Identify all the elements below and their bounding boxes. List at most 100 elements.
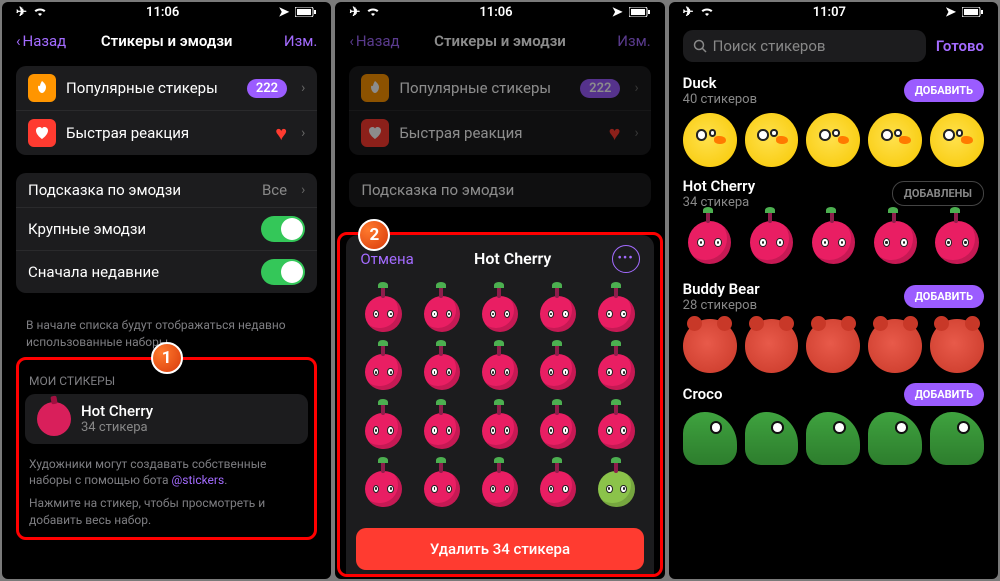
preview-sticker[interactable]	[930, 216, 984, 270]
pack-count: 34 стикера	[683, 195, 756, 210]
sticker-item[interactable]	[591, 289, 641, 339]
heart-icon	[28, 119, 56, 147]
row-quick-reaction: Быстрая реакция ♥ ›	[349, 111, 650, 155]
caption-artists: Художники могут создавать собственные на…	[19, 450, 314, 490]
pack-name: Croco	[683, 385, 723, 403]
fire-icon	[361, 74, 389, 102]
preview-sticker[interactable]	[683, 412, 737, 466]
sticker-item[interactable]	[591, 405, 641, 455]
preview-sticker[interactable]	[683, 113, 737, 167]
sticker-item[interactable]	[358, 347, 408, 397]
preview-sticker[interactable]	[745, 319, 799, 373]
search-icon	[693, 39, 707, 53]
toggle-recent[interactable]	[261, 259, 305, 285]
sticker-item[interactable]	[417, 289, 467, 339]
stickers-bot-link[interactable]: @stickers	[172, 473, 225, 487]
sticker-item[interactable]	[591, 347, 641, 397]
sticker-pack[interactable]: Duck 40 стикеров ДОБАВИТЬ	[669, 70, 998, 173]
chevron-right-icon: ›	[301, 125, 305, 141]
content-dim: Популярные стикеры 222 › Быстрая реакция…	[335, 60, 664, 232]
preview-sticker[interactable]	[683, 319, 737, 373]
preview-sticker[interactable]	[806, 216, 860, 270]
add-button[interactable]: ДОБАВЛЕНЫ	[892, 181, 984, 206]
preview-sticker[interactable]	[683, 216, 737, 270]
delete-button[interactable]: Удалить 34 стикера	[356, 528, 643, 570]
sticker-item[interactable]	[475, 405, 525, 455]
sticker-set-row[interactable]: Hot Cherry 34 стикера	[25, 394, 308, 444]
sticker-item[interactable]	[475, 289, 525, 339]
airplane-icon: ✈	[349, 5, 360, 20]
section-settings: Подсказка по эмодзи Все › Крупные эмодзи…	[16, 173, 317, 293]
battery-icon	[295, 7, 317, 17]
sticker-item[interactable]	[533, 289, 583, 339]
sticker-item[interactable]	[358, 289, 408, 339]
large-label: Крупные эмодзи	[28, 220, 251, 238]
sticker-item[interactable]	[533, 464, 583, 514]
sticker-item[interactable]	[417, 347, 467, 397]
search-input[interactable]: Поиск стикеров	[683, 30, 926, 62]
sticker-pack[interactable]: Croco ДОБАВИТЬ	[669, 379, 998, 472]
preview-sticker[interactable]	[930, 113, 984, 167]
edit-button[interactable]: Изм.	[284, 32, 317, 50]
add-button[interactable]: ДОБАВИТЬ	[904, 383, 984, 406]
more-button[interactable]: •••	[612, 245, 640, 273]
pack-preview	[683, 319, 984, 373]
highlight-1: 1 МОИ СТИКЕРЫ Hot Cherry 34 стикера Худо…	[16, 357, 317, 540]
sticker-item[interactable]	[533, 347, 583, 397]
heart-red-icon: ♥	[609, 121, 621, 146]
status-time: 11:06	[146, 5, 179, 20]
search-row: Поиск стикеров Готово	[669, 22, 998, 70]
nav-bar-dim: ‹ Назад Стикеры и эмодзи Изм.	[335, 22, 664, 60]
sticker-item[interactable]	[417, 464, 467, 514]
packs-list[interactable]: Duck 40 стикеров ДОБАВИТЬ Hot Cherry 34 …	[669, 70, 998, 579]
toggle-large[interactable]	[261, 216, 305, 242]
chevron-left-icon: ‹	[349, 32, 354, 50]
preview-sticker[interactable]	[806, 319, 860, 373]
sticker-item[interactable]	[475, 464, 525, 514]
preview-sticker[interactable]	[868, 216, 922, 270]
hint-value: Все	[262, 181, 287, 199]
preview-sticker[interactable]	[930, 319, 984, 373]
sticker-item[interactable]	[533, 405, 583, 455]
preview-sticker[interactable]	[868, 412, 922, 466]
preview-sticker[interactable]	[745, 412, 799, 466]
location-icon: ➤	[612, 5, 623, 20]
row-popular[interactable]: Популярные стикеры 222 ›	[16, 66, 317, 111]
popular-badge: 222	[580, 79, 620, 98]
preview-sticker[interactable]	[868, 319, 922, 373]
battery-icon	[962, 7, 984, 17]
section-top: Популярные стикеры 222 › Быстрая реакция…	[16, 66, 317, 155]
screen-search: ✈ 11:07 ➤ Поиск стикеров Готово Duck 40 …	[669, 2, 998, 579]
screen-sheet: ✈ 11:06 ➤ ‹ Назад Стикеры и эмодзи Изм. …	[335, 2, 664, 579]
preview-sticker[interactable]	[745, 113, 799, 167]
sticker-item[interactable]	[358, 405, 408, 455]
quick-label: Быстрая реакция	[399, 124, 598, 142]
add-button[interactable]: ДОБАВИТЬ	[904, 79, 984, 102]
chevron-right-icon: ›	[634, 80, 638, 96]
sticker-item[interactable]	[591, 464, 641, 514]
sticker-item[interactable]	[475, 347, 525, 397]
back-label: Назад	[23, 32, 67, 50]
preview-sticker[interactable]	[806, 412, 860, 466]
back-label: Назад	[356, 32, 400, 50]
add-button[interactable]: ДОБАВИТЬ	[904, 285, 984, 308]
highlight-2: 2 Отмена Hot Cherry ••• Удалить 34 стике…	[337, 232, 662, 577]
sticker-item[interactable]	[417, 405, 467, 455]
preview-sticker[interactable]	[745, 216, 799, 270]
preview-sticker[interactable]	[930, 412, 984, 466]
preview-sticker[interactable]	[868, 113, 922, 167]
cancel-button[interactable]: Отмена	[360, 250, 413, 268]
preview-sticker[interactable]	[806, 113, 860, 167]
pack-count: 34 стикера	[81, 420, 153, 435]
wifi-icon	[700, 7, 714, 17]
row-emoji-hint[interactable]: Подсказка по эмодзи Все ›	[16, 173, 317, 208]
sticker-grid	[346, 283, 653, 520]
row-quick-reaction[interactable]: Быстрая реакция ♥ ›	[16, 111, 317, 155]
sticker-thumb	[37, 402, 71, 436]
sticker-item[interactable]	[358, 464, 408, 514]
sticker-pack[interactable]: Hot Cherry 34 стикера ДОБАВЛЕНЫ	[669, 173, 998, 276]
location-icon: ➤	[278, 5, 289, 20]
sticker-pack[interactable]: Buddy Bear 28 стикеров ДОБАВИТЬ	[669, 276, 998, 379]
done-button[interactable]: Готово	[936, 37, 984, 55]
back-button[interactable]: ‹ Назад	[16, 32, 66, 50]
